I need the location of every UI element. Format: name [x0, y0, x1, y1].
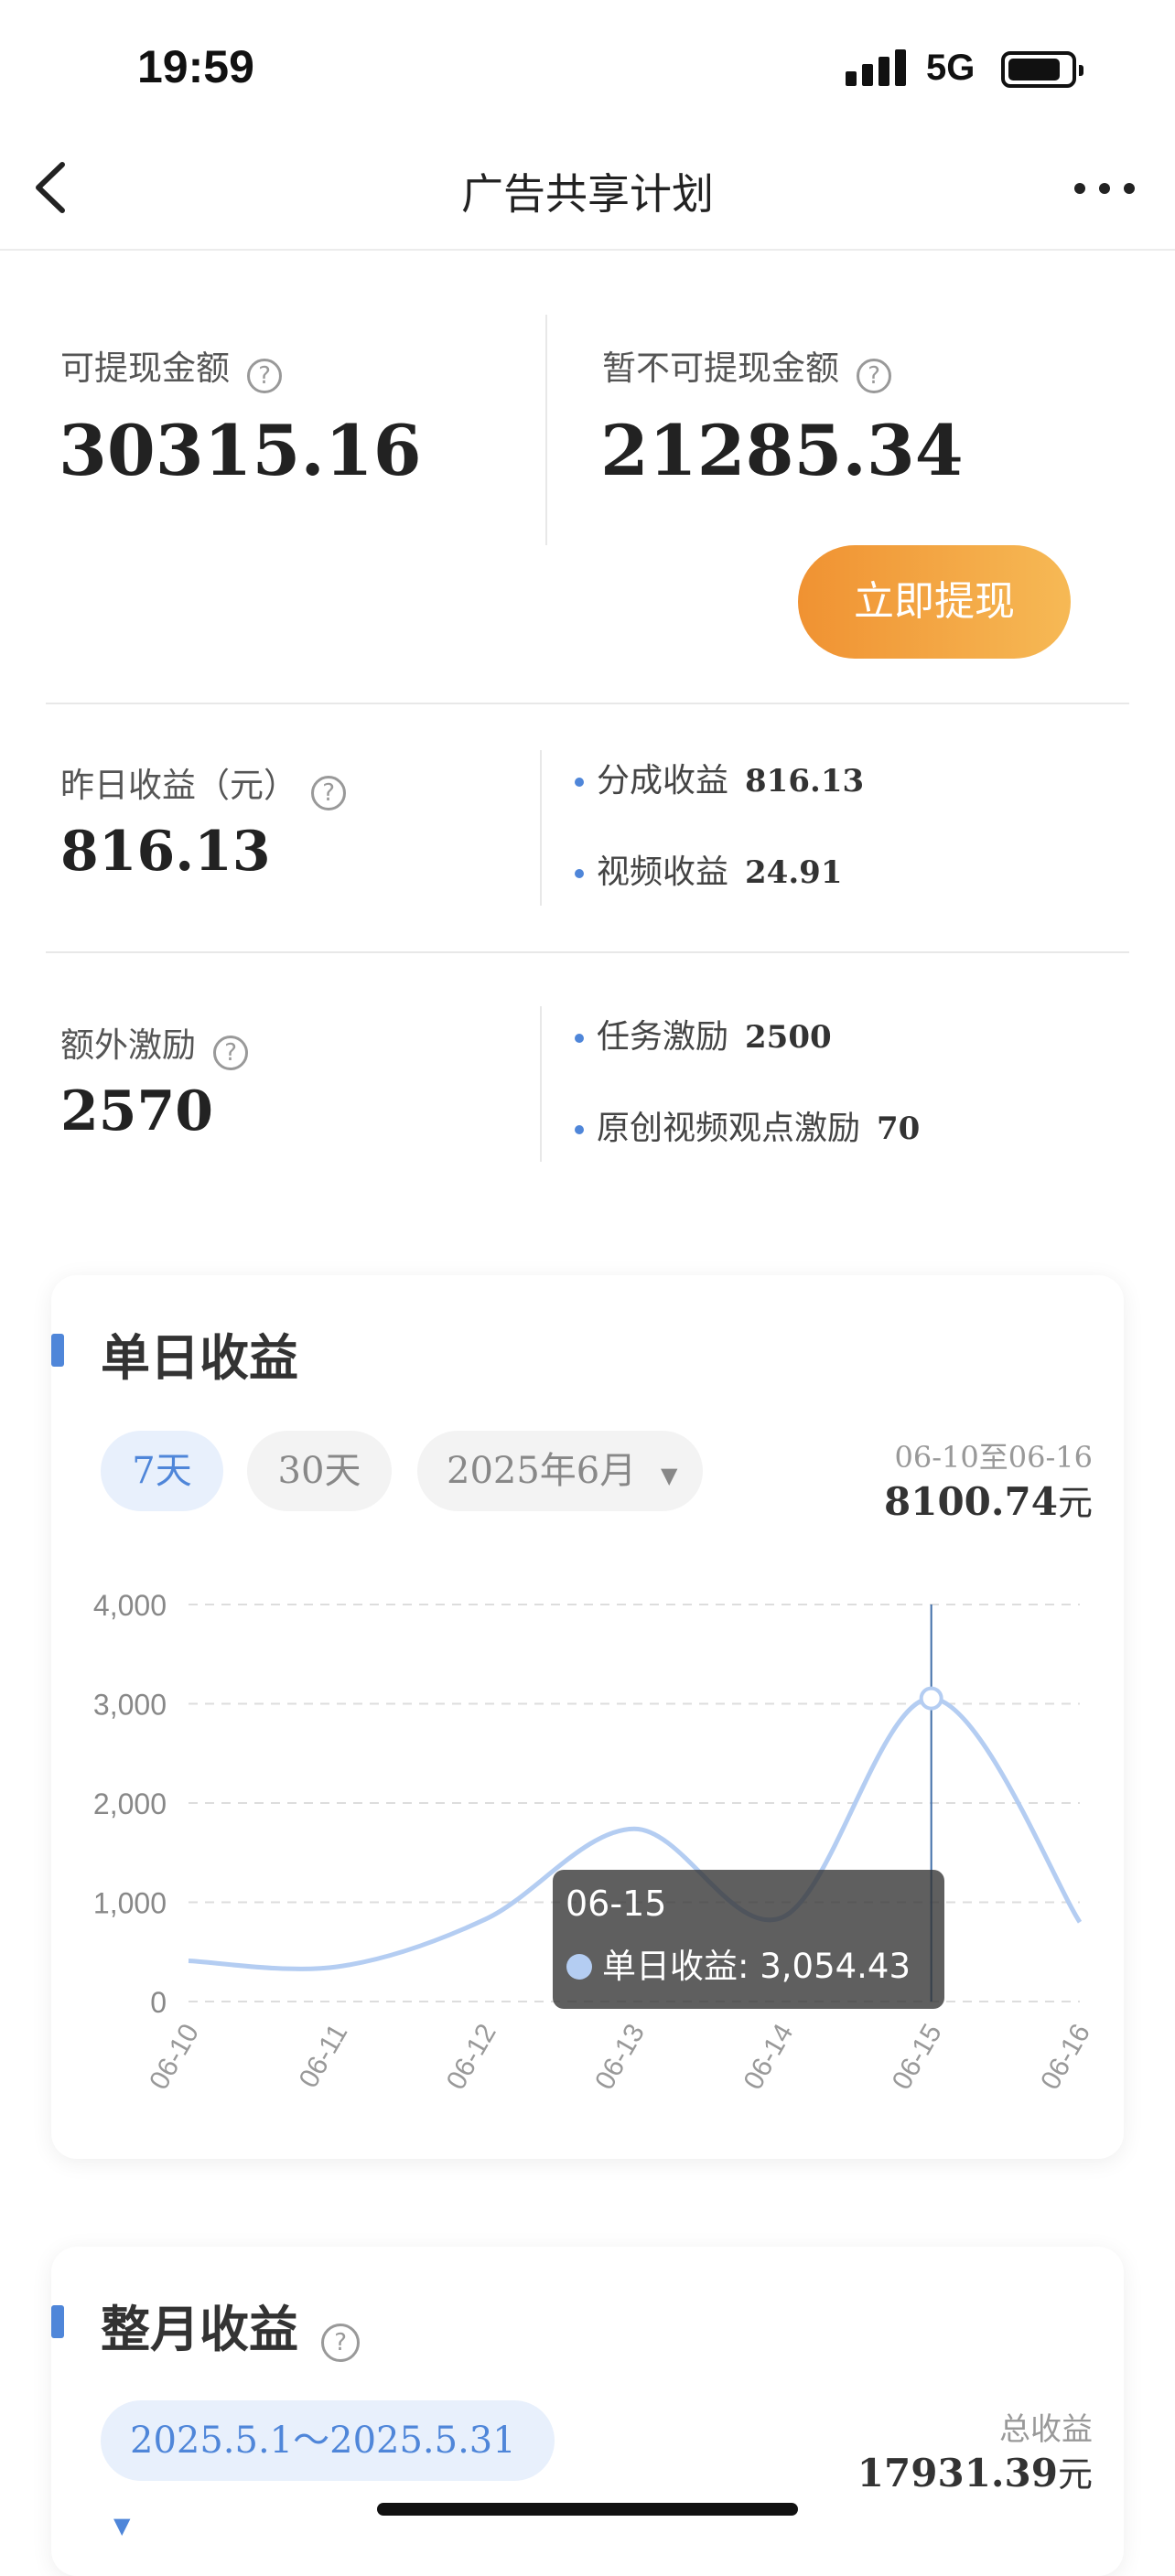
period-total-value: 8100.74 — [884, 1479, 1058, 1524]
withdraw-button[interactable]: 立即提现 — [798, 545, 1071, 659]
monthly-total-label: 总收益 — [999, 2411, 1093, 2448]
y-tick-label: 2,000 — [93, 1787, 167, 1820]
monthly-header: 整月收益 ? — [101, 2289, 361, 2362]
yesterday-amount: 816.13 — [60, 820, 271, 884]
balance-divider — [545, 315, 547, 545]
daily-title: 单日收益 — [101, 1329, 298, 1387]
caret-down-icon: ▼ — [113, 2513, 131, 2538]
data-point — [919, 1686, 943, 1711]
period-select-value: 2025.5.1～2025.5.31 — [130, 2420, 516, 2462]
section-divider — [46, 703, 1129, 704]
filter-7-days[interactable]: 7天 — [101, 1431, 223, 1511]
period-total: 8100.74元 — [732, 1475, 1093, 1525]
month-select[interactable]: 2025年6月 ▼ — [417, 1431, 703, 1511]
item-label: 视频收益 — [597, 853, 729, 891]
help-icon[interactable]: ? — [857, 358, 892, 393]
help-icon[interactable]: ? — [213, 1035, 249, 1070]
signal-icon — [846, 49, 908, 86]
y-tick-label: 4,000 — [93, 1589, 167, 1622]
nav-divider — [0, 249, 1175, 251]
accent-bar — [51, 2305, 64, 2338]
x-tick-label: 06-12 — [441, 2019, 502, 2095]
x-tick-label: 06-13 — [589, 2019, 651, 2095]
item-value: 816.13 — [745, 763, 865, 800]
x-tick-label: 06-11 — [294, 2019, 354, 2093]
extra-amount: 2570 — [60, 1079, 213, 1143]
page-title: 广告共享计划 — [461, 169, 714, 219]
help-icon[interactable]: ? — [321, 2323, 361, 2362]
y-tick-label: 3,000 — [93, 1689, 167, 1722]
home-indicator — [377, 2503, 798, 2516]
monthly-total-unit: 元 — [1057, 2454, 1093, 2495]
x-tick-label: 06-14 — [738, 2019, 799, 2095]
x-tick-label: 06-15 — [887, 2019, 948, 2095]
available-amount: 30315.16 — [59, 410, 422, 491]
list-item: 视频收益 24.91 — [575, 845, 842, 893]
battery-icon — [1001, 51, 1083, 88]
filter-30-days[interactable]: 30天 — [247, 1431, 392, 1511]
extra-header: 额外激励 ? — [60, 1017, 249, 1070]
extra-label: 额外激励 — [60, 1025, 196, 1065]
status-time: 19:59 — [137, 41, 254, 92]
tooltip-value: 单日收益: 3,054.43 — [602, 1947, 911, 1986]
item-label: 任务激励 — [597, 1018, 729, 1056]
list-item: 任务激励 2500 — [575, 1010, 832, 1057]
item-label: 原创视频观点激励 — [597, 1110, 861, 1147]
help-icon[interactable]: ? — [311, 775, 347, 810]
yesterday-header: 昨日收益（元） ? — [60, 757, 347, 810]
available-label: 可提现金额 — [60, 349, 230, 388]
period-total-unit: 元 — [1057, 1483, 1093, 1523]
network-type: 5G — [926, 48, 976, 88]
caret-down-icon: ▼ — [660, 1463, 678, 1488]
list-item: 原创视频观点激励 70 — [575, 1101, 920, 1149]
available-header: 可提现金额 ? — [60, 340, 283, 393]
daily-chart[interactable]: 4,000 3,000 2,000 1,000 006-10 06-11 06-12 06-1… — [51, 1546, 1124, 2131]
item-value: 24.91 — [745, 854, 843, 891]
y-tick-label: 0 — [150, 1986, 167, 2019]
tooltip-marker — [566, 1954, 592, 1980]
unavailable-label: 暂不可提现金额 — [602, 349, 839, 388]
help-icon[interactable]: ? — [247, 358, 283, 393]
unavailable-amount: 21285.34 — [600, 410, 964, 491]
monthly-total-value: 17931.39 — [857, 2451, 1058, 2496]
period-select[interactable]: 2025.5.1～2025.5.31 ▼ — [101, 2400, 555, 2538]
monthly-title: 整月收益 — [101, 2301, 298, 2358]
accent-bar — [51, 1334, 64, 1367]
more-icon[interactable] — [1073, 179, 1137, 198]
unavailable-header: 暂不可提现金额 ? — [602, 340, 892, 393]
x-tick-label: 06-10 — [144, 2019, 205, 2095]
monthly-total: 17931.39元 — [732, 2446, 1093, 2496]
yesterday-divider — [540, 750, 542, 906]
y-tick-label: 1,000 — [93, 1887, 167, 1920]
item-value: 2500 — [745, 1019, 832, 1056]
section-divider — [46, 951, 1129, 953]
list-item: 分成收益 816.13 — [575, 754, 864, 801]
month-select-value: 2025年6月 — [447, 1450, 637, 1492]
extra-divider — [540, 1006, 542, 1162]
item-value: 70 — [877, 1111, 921, 1147]
item-label: 分成收益 — [597, 762, 729, 800]
tooltip-date: 06-15 — [566, 1884, 666, 1924]
x-tick-label: 06-16 — [1035, 2019, 1096, 2095]
date-range: 06-10至06-16 — [894, 1440, 1093, 1475]
yesterday-label: 昨日收益（元） — [60, 766, 297, 805]
